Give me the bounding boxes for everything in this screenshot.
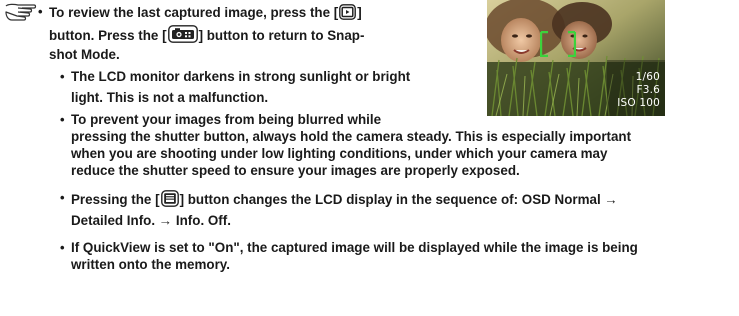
note-hand-icon — [5, 3, 37, 21]
playback-button-icon — [339, 4, 357, 20]
aperture-readout: F3.6 — [636, 84, 660, 96]
note-text: pressing the shutter button, always hold… — [71, 129, 632, 144]
note-text: light. This is not a malfunction. — [71, 90, 269, 105]
text-span: ] — [357, 5, 362, 20]
bullet-marker: • — [60, 112, 65, 127]
note-text: button. Press the [ ] button to return t… — [49, 25, 364, 44]
note-text: reduce the shutter speed to ensure your … — [71, 163, 520, 178]
note-text: To review the last captured image, press… — [49, 4, 362, 21]
iso-readout: ISO 100 — [617, 97, 660, 109]
note-text: written onto the memory. — [71, 257, 230, 272]
note-text: If QuickView is set to "On", the capture… — [71, 240, 638, 255]
note-text: Detailed Info. → Info. Off. — [71, 213, 231, 228]
bullet-marker: • — [38, 4, 43, 19]
shutter-speed-readout: 1/60 — [635, 71, 660, 83]
note-text: shot Mode. — [49, 47, 120, 62]
lcd-preview-photo: 1/60 F3.6 ISO 100 — [487, 0, 665, 116]
text-span: button. Press the [ — [49, 28, 167, 43]
text-span: To review the last captured image, press… — [49, 5, 339, 20]
note-text: when you are shooting under low lighting… — [71, 146, 608, 161]
bullet-marker: • — [60, 69, 65, 84]
display-button-icon — [160, 190, 179, 207]
note-text: The LCD monitor darkens in strong sunlig… — [71, 69, 411, 84]
note-text: Pressing the [ ] button changes the LCD … — [71, 190, 618, 208]
focus-frame — [540, 31, 576, 57]
text-span: ] button to return to Snap- — [198, 28, 365, 43]
text-span: Pressing the [ — [71, 192, 160, 207]
bullet-marker: • — [60, 240, 65, 255]
note-text: To prevent your images from being blurre… — [71, 112, 382, 127]
camera-mode-button-icon — [167, 25, 198, 43]
bullet-marker: • — [60, 190, 65, 205]
text-span: ] button changes the LCD display in the … — [179, 192, 618, 207]
